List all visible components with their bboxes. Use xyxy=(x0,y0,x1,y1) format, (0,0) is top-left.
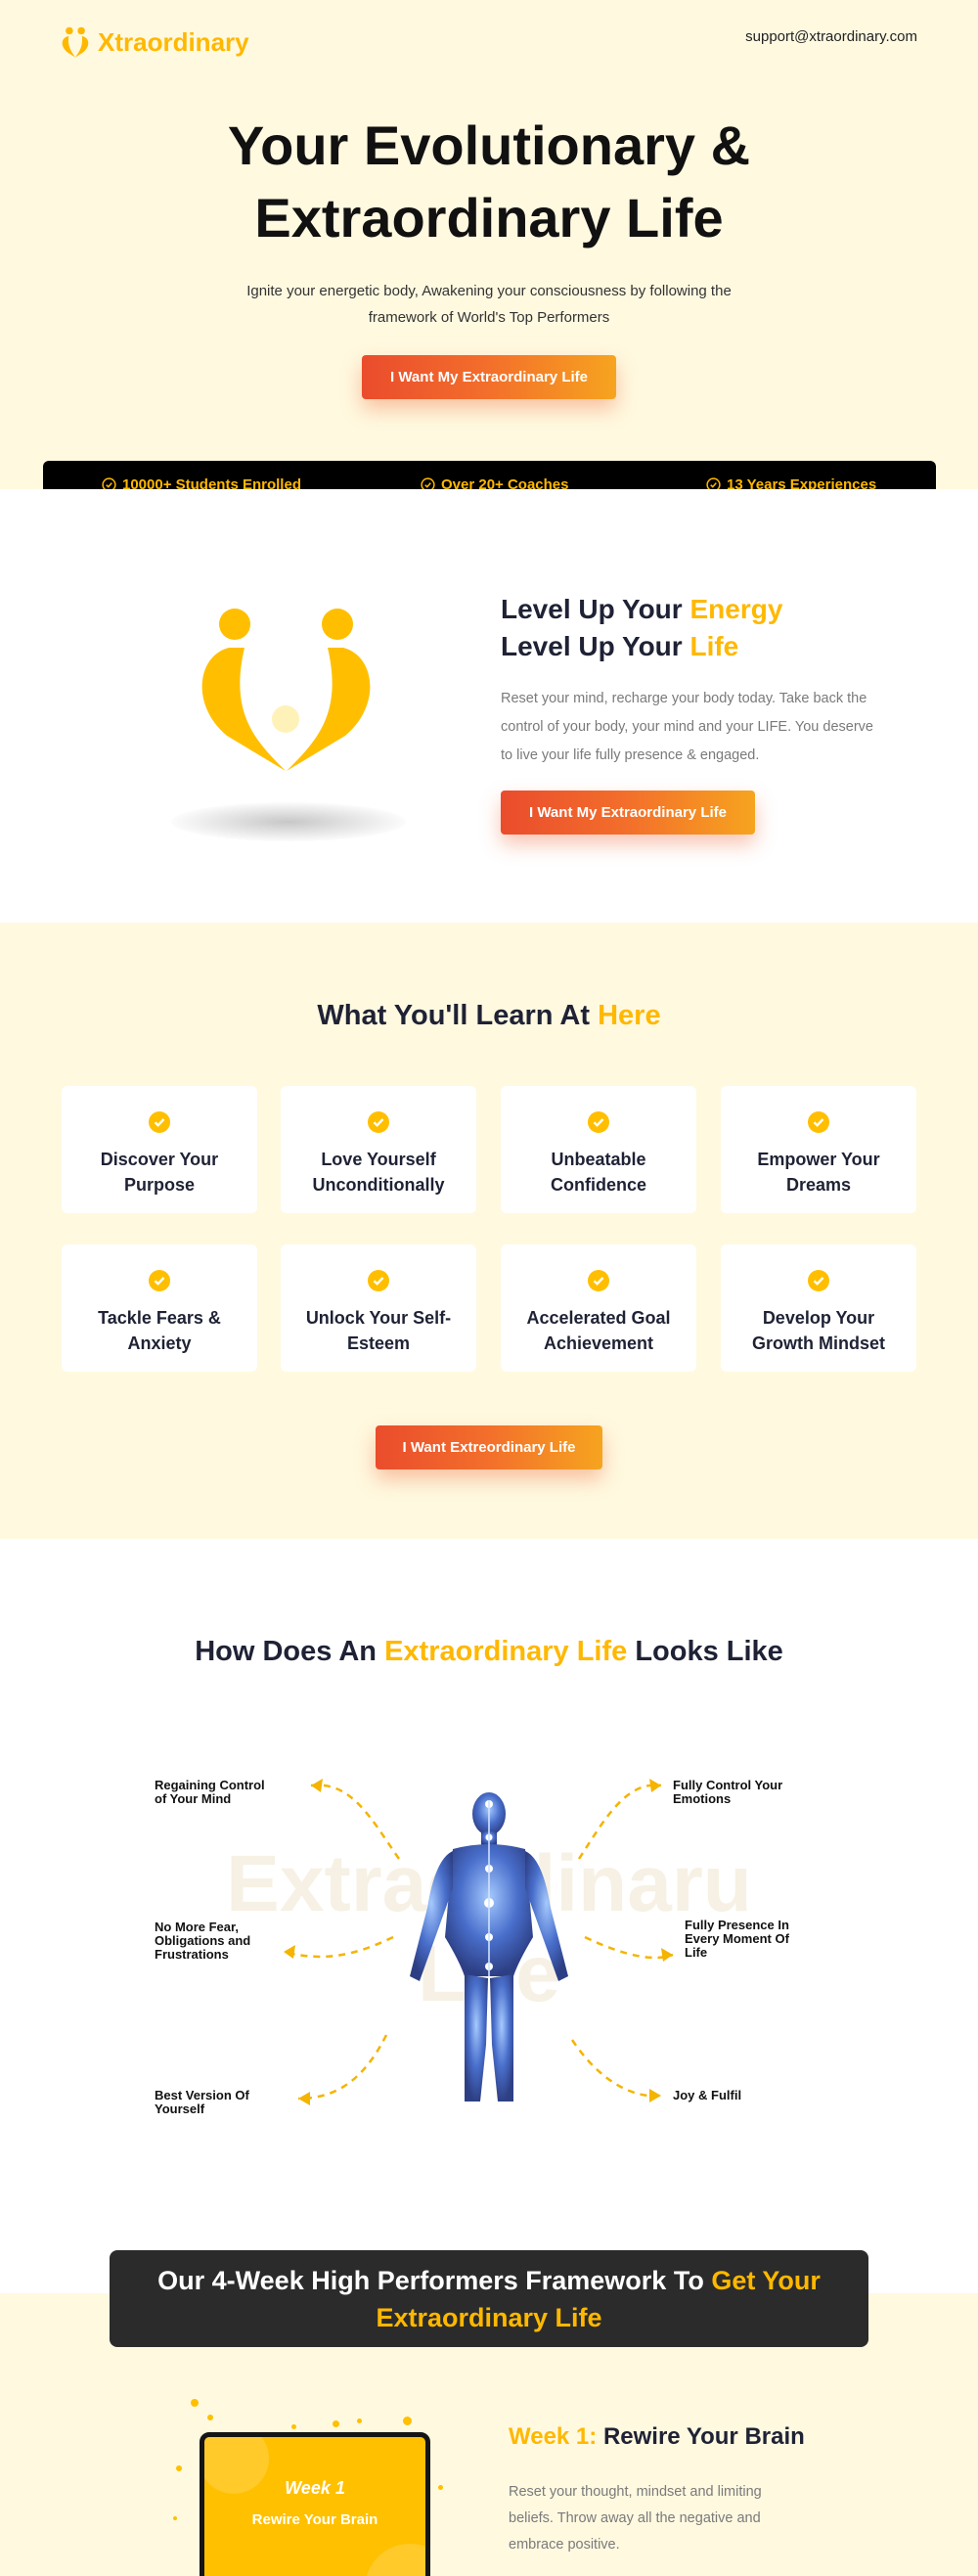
framework-banner-highlight-line2: Extraordinary Life xyxy=(376,2303,602,2332)
week-card: Week 1 Rewire Your Brain xyxy=(200,2432,430,2576)
learn-title-prefix: What You'll Learn At xyxy=(317,1000,599,1031)
decor-dot xyxy=(207,2415,213,2420)
hero-subtitle-line2: framework of World's Top Performers xyxy=(368,309,610,326)
learn-card-label: Develop Your Growth Mindset xyxy=(752,1308,885,1353)
learn-card: Unbeatable Confidence xyxy=(501,1086,696,1213)
learn-card: Tackle Fears & Anxiety xyxy=(62,1244,257,1372)
learn-title-highlight: Here xyxy=(598,1000,661,1031)
week-title-prefix: Week 1: xyxy=(509,2423,598,2450)
levelup-description: Reset your mind, recharge your body toda… xyxy=(501,691,873,763)
week-title: Week 1: Rewire Your Brain xyxy=(509,2423,805,2451)
check-badge-icon xyxy=(588,1270,609,1291)
levelup-cta-button[interactable]: I Want My Extraordinary Life xyxy=(501,791,755,835)
benefit-label: Fully Control Your Emotions xyxy=(673,1778,783,1806)
learn-card-label: Love Yourself Unconditionally xyxy=(312,1150,445,1195)
learn-card-label: Unbeatable Confidence xyxy=(550,1150,646,1195)
hero-cta-button[interactable]: I Want My Extraordinary Life xyxy=(362,355,616,399)
learn-card: Love Yourself Unconditionally xyxy=(281,1086,476,1213)
hero-title-line2: Extraordinary Life xyxy=(254,187,724,249)
week-card-number: Week 1 xyxy=(285,2478,345,2498)
learn-card-label: Empower Your Dreams xyxy=(757,1150,880,1195)
check-badge-icon xyxy=(808,1270,829,1291)
decor-dot xyxy=(173,2516,177,2520)
extraordinary-title-prefix: How Does An xyxy=(195,1636,385,1667)
week-description: Reset your thought, mindset and limiting… xyxy=(509,2484,762,2553)
levelup-line2-prefix: Level Up Your xyxy=(501,631,690,661)
framework-banner-highlight: Get Your xyxy=(711,2266,821,2295)
check-badge-icon xyxy=(368,1270,389,1291)
benefit-label: Best Version Of Yourself xyxy=(155,2088,249,2116)
week-card-label: Rewire Your Brain xyxy=(251,2511,378,2528)
learn-card: Accelerated Goal Achievement xyxy=(501,1244,696,1372)
human-energy-body-icon xyxy=(410,1792,568,2101)
support-email-link[interactable]: support@xtraordinary.com xyxy=(745,28,917,45)
benefit-label: Fully Presence In Every Moment Of Life xyxy=(685,1918,789,1960)
decor-dot xyxy=(438,2485,443,2490)
benefit-label: Joy & Fulfil xyxy=(673,2088,742,2102)
heart-people-illustration-icon xyxy=(201,609,371,771)
learn-card: Empower Your Dreams xyxy=(721,1086,916,1213)
levelup-line1-highlight: Energy xyxy=(689,594,783,624)
levelup-title: Level Up Your Energy Level Up Your Life xyxy=(501,591,782,665)
learn-card-label: Unlock Your Self- Esteem xyxy=(305,1308,452,1353)
check-badge-icon xyxy=(808,1111,829,1133)
extraordinary-title-highlight: Extraordinary Life xyxy=(384,1636,628,1667)
hero-subtitle-line1: Ignite your energetic body, Awakening yo… xyxy=(246,283,732,299)
levelup-line2-highlight: Life xyxy=(689,631,739,661)
decor-dot xyxy=(291,2424,296,2429)
decor-dot xyxy=(191,2399,199,2407)
decor-dot xyxy=(333,2420,339,2427)
hero-title-line1: Your Evolutionary & xyxy=(227,114,751,176)
learn-card-label: Tackle Fears & Anxiety xyxy=(98,1308,221,1353)
decor-dot xyxy=(176,2465,182,2471)
levelup-line1-prefix: Level Up Your xyxy=(501,594,690,624)
framework-banner-prefix: Our 4-Week High Performers Framework To xyxy=(157,2266,712,2295)
benefit-label: No More Fear, Obligations and Frustrations xyxy=(155,1920,251,1962)
week-title-text: Rewire Your Brain xyxy=(597,2423,805,2450)
framework-banner: Our 4-Week High Performers Framework To … xyxy=(110,2250,868,2347)
check-badge-icon xyxy=(149,1111,170,1133)
check-badge-icon xyxy=(588,1111,609,1133)
learn-card-label: Accelerated Goal Achievement xyxy=(526,1308,671,1353)
heart-people-logo-icon xyxy=(62,26,89,58)
learn-card-label: Discover Your Purpose xyxy=(100,1150,219,1195)
hero-title: Your Evolutionary & Extraordinary Life xyxy=(0,110,978,254)
extraordinary-title-suffix: Looks Like xyxy=(627,1636,783,1667)
learn-card: Unlock Your Self- Esteem xyxy=(281,1244,476,1372)
learn-cta-button[interactable]: I Want Extreordinary Life xyxy=(376,1425,602,1469)
card-decor-icon xyxy=(204,2437,425,2576)
extraordinary-title: How Does An Extraordinary Life Looks Lik… xyxy=(0,1636,978,1668)
hero-subtitle: Ignite your energetic body, Awakening yo… xyxy=(0,278,978,331)
brand-name: Xtraordinary xyxy=(98,26,249,57)
check-badge-icon xyxy=(368,1111,389,1133)
logo[interactable]: Xtraordinary xyxy=(59,25,249,59)
decor-dot xyxy=(357,2418,362,2423)
logo-shadow xyxy=(171,802,406,841)
learn-title: What You'll Learn At Here xyxy=(0,1000,978,1032)
benefit-label: Regaining Control of Your Mind xyxy=(155,1778,265,1806)
decor-dot xyxy=(403,2417,412,2425)
learn-card: Develop Your Growth Mindset xyxy=(721,1244,916,1372)
learn-card: Discover Your Purpose xyxy=(62,1086,257,1213)
check-badge-icon xyxy=(149,1270,170,1291)
